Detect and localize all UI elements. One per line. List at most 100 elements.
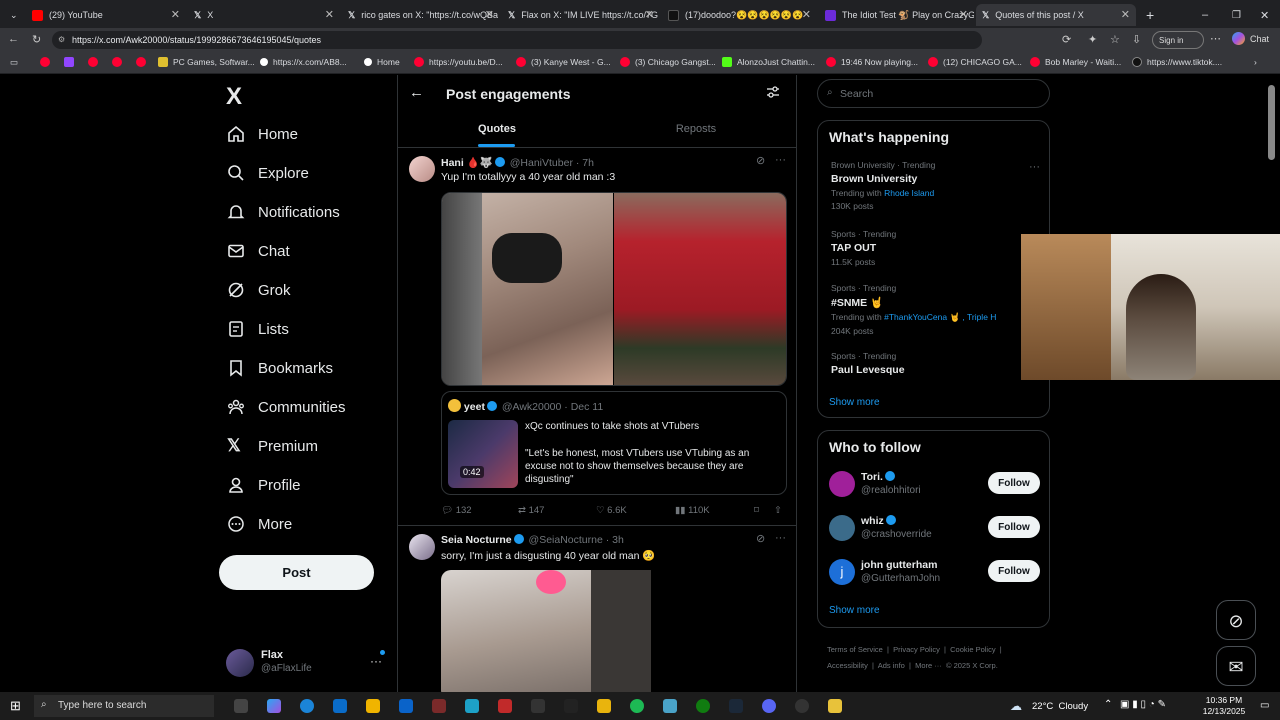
nav-home[interactable]: Home [227,120,298,148]
nav-chat[interactable]: Chat [227,237,290,265]
signin-button[interactable]: Sign in [1152,31,1204,49]
trend-tag[interactable]: #ThankYouCena 🤘 , Triple H [884,312,996,322]
author-name[interactable]: Seia Nocturne [441,534,512,546]
follow-suggestion[interactable]: Tori. @realohhitori Follow [818,469,1051,505]
url-field[interactable]: https://x.com/Awk20000/status/1999286673… [52,31,982,49]
messages-float-button[interactable]: ✉ [1216,646,1256,686]
app-icon[interactable] [531,699,545,713]
footer-link[interactable]: Accessibility [827,661,868,670]
bookmark-item[interactable]: (3) Chicago Gangst... [620,57,716,67]
bookmark-yt-icon[interactable] [40,57,55,67]
bookmark-twitch-icon[interactable] [64,57,79,67]
menu-icon[interactable]: ⋯ [1210,32,1221,45]
trend-item[interactable]: Sports · Trending Paul Levesque [831,351,905,376]
footer-link[interactable]: Privacy Policy [893,645,940,654]
close-icon[interactable]: ✕ [959,8,968,21]
bookmarks-overflow-icon[interactable]: › [1254,57,1257,67]
back-arrow-icon[interactable]: ← [409,84,424,101]
copilot-chat-button[interactable]: Chat [1232,32,1269,45]
nav-more[interactable]: More [227,510,292,538]
x-logo[interactable]: X [226,83,242,111]
app-icon[interactable] [663,699,677,713]
share-icon[interactable]: ⇧ [774,505,782,516]
grok-float-button[interactable]: ⊘ [1216,600,1256,640]
new-tab-button[interactable]: + [1140,4,1160,26]
bookmark-item[interactable]: Home [364,57,400,67]
bookmark-yt-icon-2[interactable] [88,57,103,67]
video-thumbnail[interactable]: 0:42 [448,420,518,488]
footer-link[interactable]: Ads info [878,661,905,670]
back-icon[interactable]: ← [8,33,19,45]
extensions-icon[interactable]: ⟳ [1062,33,1071,46]
grok-icon[interactable]: ⊘ [756,154,765,167]
bookmark-item[interactable]: PC Games, Softwar... [158,57,255,67]
clock[interactable]: 10:36 PM 12/13/2025 [1200,695,1248,717]
weather-text[interactable]: 22°C Cloudy [1032,701,1088,712]
close-icon[interactable]: ✕ [325,8,334,21]
favorites-icon[interactable]: ☆ [1110,33,1120,46]
bookmark-yt-icon-4[interactable] [136,57,151,67]
tab-quotes[interactable]: Quotes [398,117,596,147]
close-icon[interactable]: ✕ [485,8,494,21]
author-handle[interactable]: @SeiaNocturne · 3h [529,534,624,546]
nav-profile[interactable]: Profile [227,471,301,499]
close-window-button[interactable]: ✕ [1254,4,1270,26]
more-icon[interactable]: ··· [775,532,786,544]
maximize-button[interactable]: ❐ [1226,4,1242,26]
avatar[interactable] [409,156,435,182]
obs-icon[interactable] [795,699,809,713]
xbox-icon[interactable] [696,699,710,713]
close-icon[interactable]: ✕ [645,8,654,21]
nav-communities[interactable]: Communities [227,393,346,421]
app-icon[interactable] [498,699,512,713]
quote-post[interactable]: Seia Nocturne @SeiaNocturne · 3h ⊘ ··· s… [398,526,796,692]
media-grid[interactable] [441,192,787,386]
bookmark-item[interactable]: (3) Kanye West - G... [516,57,611,67]
quoted-post[interactable]: yeet @Awk20000 · Dec 11 0:42 xQc continu… [441,391,787,495]
footer-link[interactable]: Cookie Policy [950,645,995,654]
follow-suggestion[interactable]: whiz @crashoverride Follow [818,513,1051,549]
nav-bookmarks[interactable]: Bookmarks [227,354,333,382]
trend-tag[interactable]: Rhode Island [884,188,934,198]
account-switcher[interactable]: Flax @aFlaxLife ··· [226,646,386,680]
app-icon[interactable] [597,699,611,713]
repost-button[interactable]: ⇄ 147 [518,505,544,516]
explorer-icon[interactable] [366,699,380,713]
app-icon[interactable] [465,699,479,713]
quote-post[interactable]: Hani 🩸🐺 @HaniVtuber · 7h ⊘ ··· Yup I'm t… [398,148,796,525]
post-button[interactable]: Post [219,555,374,590]
close-icon[interactable]: ✕ [171,8,180,21]
tab-quotes[interactable]: 𝕏 Quotes of this post / X ✕ [976,4,1136,26]
discord-icon[interactable] [762,699,776,713]
trend-item[interactable]: Sports · Trending #SNME 🤘 Trending with … [831,283,996,336]
task-view-icon[interactable] [234,699,248,713]
scrollbar-thumb[interactable] [1268,85,1275,160]
tab-youtube[interactable]: (29) YouTube ✕ [26,4,186,26]
search-input[interactable]: ⌕ Search [817,79,1050,108]
like-button[interactable]: ♡ 6.6K [596,505,627,516]
bookmark-item[interactable]: 19:46 Now playing... [826,57,918,67]
bookmark-item[interactable]: AlonzoJust Chattin... [722,57,815,67]
tray-icons[interactable]: ▣ ▮ ▯ ◔ ✎ [1120,699,1166,710]
author-handle[interactable]: @HaniVtuber · 7h [510,157,594,169]
bookmark-item[interactable]: https://youtu.be/D... [414,57,503,67]
follow-suggestion[interactable]: j john gutterham @GutterhamJohn Follow [818,557,1051,593]
trend-item[interactable]: Brown University · Trending Brown Univer… [831,160,935,211]
site-info-icon[interactable]: ⚙ [58,35,65,44]
filter-icon[interactable] [766,85,780,104]
bookmark-item[interactable]: Bob Marley - Waiti... [1030,57,1121,67]
app-icon[interactable] [564,699,578,713]
steam-icon[interactable] [729,699,743,713]
follow-button[interactable]: Follow [988,516,1040,538]
spotify-icon[interactable] [630,699,644,713]
avatar[interactable] [409,534,435,560]
views-button[interactable]: ▮▮ 110K [675,505,710,516]
nav-premium[interactable]: 𝕏 Premium [227,432,318,460]
nav-notifications[interactable]: Notifications [227,198,340,226]
tab-rico[interactable]: 𝕏rico gates on X: "https://t.co/wQBa ✕ [342,4,500,26]
tab-tiktok[interactable]: (17)doodoo?😵😵😵😵😵😵 ✕ [662,4,817,26]
store-icon[interactable] [333,699,347,713]
edge-icon[interactable] [300,699,314,713]
grok-icon[interactable]: ⊘ [756,532,765,545]
follow-button[interactable]: Follow [988,472,1040,494]
